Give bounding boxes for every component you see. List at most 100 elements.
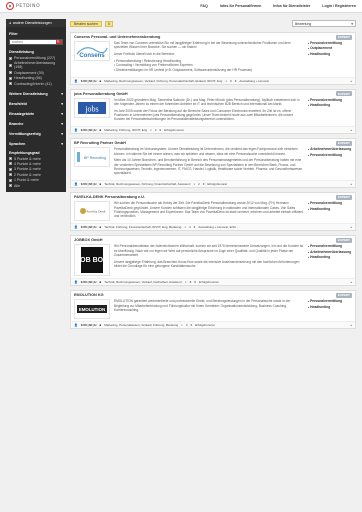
provider-title[interactable]: EMOLUTION KG — [74, 293, 104, 297]
search-button[interactable]: 🔍 — [56, 40, 62, 44]
collapse-einsatzgebiete[interactable]: Einsatzgebiete ▾ — [9, 112, 63, 116]
collapse-vermittlungserfolg[interactable]: Vermittlungserfolg ▾ — [9, 132, 63, 136]
provider-logo[interactable]: Consens — [74, 41, 110, 61]
rating-option-1[interactable]: 1 Punkt & mehr — [9, 178, 63, 182]
provider-logo[interactable]: EMOLUTION — [74, 299, 110, 320]
provider-logo[interactable]: JOB BOX — [74, 244, 110, 277]
provider-logo[interactable]: jobs — [74, 97, 110, 118]
results-list: Beraten suchen X Bewertung ▾ Consens Per… — [70, 19, 356, 512]
fee-icon: € — [190, 323, 193, 328]
expand-button[interactable]: + — [350, 323, 352, 327]
chevron-down-icon: ▾ — [61, 121, 63, 126]
chevron-down-icon: ▾ — [61, 131, 63, 136]
service-item: Headhunting — [308, 255, 352, 260]
provider-card[interactable]: JOBBOX GmbH EXPERT JOB BOX Wir Personaldi… — [70, 235, 356, 287]
active-filter-chip[interactable]: Beraten suchen — [70, 20, 102, 27]
nav-dienstleister[interactable]: Infos für Dienstleister — [273, 4, 310, 8]
provider-logo[interactable]: Pavelka Denk — [74, 201, 110, 222]
collapse-sprachen[interactable]: Sprachen ▾ — [9, 142, 63, 146]
rating-option-all[interactable]: Alle — [9, 184, 63, 188]
nav-personalfirmen[interactable]: Infos für Personalfirmen — [220, 4, 262, 8]
provider-title[interactable]: Consens Personal- und Unternehmensberatu… — [74, 35, 160, 39]
provider-card[interactable]: jobs Personalberatung GmbH EXPERT jobs Im… — [70, 88, 356, 135]
fee-icon: € — [234, 78, 237, 83]
fee-icon: € — [159, 128, 162, 133]
sort-select[interactable]: Bewertung ▾ — [292, 20, 356, 27]
fee-icon: € — [193, 225, 196, 230]
expand-button[interactable]: + — [350, 225, 352, 229]
expand-button[interactable]: + — [350, 79, 352, 83]
location-icon: ⌖ — [181, 323, 183, 328]
nav-login[interactable]: Login / Registrieren — [322, 4, 356, 8]
checkbox-icon — [9, 82, 12, 86]
collapse-label: Vermittlungserfolg — [9, 131, 41, 136]
expand-button[interactable]: + — [350, 280, 352, 284]
expand-button[interactable]: + — [350, 128, 352, 132]
dienstleistung-title: Dienstleistung — [9, 50, 34, 54]
checkbox-headhunting[interactable]: Headhunting (66) — [9, 76, 63, 80]
jobbox-logo-image: JOB BOX — [76, 247, 108, 274]
collapse-branche[interactable]: Branche ▾ — [9, 122, 63, 126]
bp-logo-text: BP Recruiting — [84, 156, 106, 160]
radio-icon — [9, 173, 12, 177]
service-list: Personalvermittlung Headhunting — [308, 201, 352, 221]
checkbox-personalvermittlung[interactable]: Personalvermittlung (227) — [9, 56, 63, 60]
radio-icon — [9, 162, 12, 166]
field-tags: Marketing, Führung, IDV/IT, Eng — [104, 128, 148, 133]
location-icon: ⌖ — [184, 225, 186, 230]
provider-title[interactable]: jobs Personalberatung GmbH — [74, 92, 128, 96]
provider-description: Personalberatung im Verbundsystem. Unser… — [114, 147, 304, 178]
jobs-logo-text: jobs — [84, 104, 98, 113]
provider-card[interactable]: Consens Personal- und Unternehmensberatu… — [70, 32, 356, 85]
fee-model: Ausstellung + Honorar, Erfol... — [198, 225, 239, 230]
description-paragraph: Wir Personaldienstleister der österreich… — [114, 244, 304, 257]
field-tags: Technik, Rechnungswesen, Führung, Finanz… — [104, 182, 191, 187]
tag-icon: ■ — [99, 128, 102, 133]
other-services-button[interactable]: ◂ andere Dienstleistungen — [6, 19, 66, 27]
checkbox-arbeitnehmerueberlassung[interactable]: Arbeitnehmerüberlassung (198) — [9, 61, 63, 69]
brand-logo[interactable]: PETDINO — [6, 2, 40, 10]
provider-title[interactable]: PAVELKA-DENK Personalberatung e.U. — [74, 195, 145, 199]
remove-filter-button[interactable]: X — [104, 20, 114, 27]
rating-option-5[interactable]: 5 Punkte & mehr — [9, 157, 63, 161]
checkbox-icon — [9, 56, 12, 60]
top-bar: PETDINO FAQ Infos für Personalfirmen Inf… — [0, 0, 362, 13]
provider-title[interactable]: JOBBOX GmbH — [74, 238, 102, 242]
provider-description: Das Team von Consens unterstützt Sie mit… — [114, 41, 304, 75]
people-icon: 👤 — [74, 225, 78, 230]
checkbox-icon — [9, 63, 12, 67]
provider-card[interactable]: PAVELKA-DENK Personalberatung e.U. EXPERT… — [70, 192, 356, 232]
provider-card[interactable]: BP Recruiting Partner GmbH EXPERT BP Recr… — [70, 138, 356, 189]
provider-title[interactable]: BP Recruiting Partner GmbH — [74, 141, 126, 145]
rating-option-4[interactable]: 4 Punkte & mehr — [9, 162, 63, 166]
expand-button[interactable]: + — [350, 182, 352, 186]
checkbox-contracting[interactable]: Contracting/Interim (41) — [9, 82, 63, 86]
dienstleistung-group: Dienstleistung Personalvermittlung (227)… — [9, 50, 63, 86]
top-nav: FAQ Infos für Personalfirmen Infos für D… — [200, 4, 356, 8]
location-icon: ⌖ — [150, 128, 152, 133]
jobs-logo-image: jobs — [78, 101, 106, 114]
chevron-down-icon: ▾ — [351, 21, 353, 26]
company-size: 0-50 | M | H — [80, 323, 97, 328]
rating-option-2[interactable]: 2 Punkte & mehr — [9, 173, 63, 177]
collapse-weitere-dienstleistung[interactable]: Weitere Dienstleistung ▾ — [9, 92, 63, 96]
rating-label: 4 Punkte & mehr — [14, 161, 41, 166]
back-arrow-icon: ◂ — [9, 21, 11, 25]
description-paragraph: Mehr als 10 Jahren Branchen- und Berufse… — [114, 158, 303, 176]
people-icon: 👤 — [74, 323, 78, 328]
location-count: 2 — [154, 128, 157, 133]
rating-option-3[interactable]: 3 Punkte & mehr — [9, 167, 63, 171]
collapse-berufsfeld[interactable]: Berufsfeld ▾ — [9, 102, 63, 106]
sidebar-search-input[interactable] — [10, 40, 56, 44]
provider-logo[interactable]: BP Recruiting — [74, 147, 110, 168]
location-count: 4 — [189, 225, 191, 230]
nav-faq[interactable]: FAQ — [200, 4, 207, 8]
bp-recruiting-logo-image: BP Recruiting — [77, 152, 106, 163]
service-list: Personalvermittlung Headhunting — [308, 299, 352, 319]
emolution-logo-text: EMOLUTION — [79, 307, 105, 312]
checkbox-outplacement[interactable]: Outplacement (39) — [9, 71, 63, 75]
location-count: 2 — [198, 182, 200, 187]
checkbox-icon — [9, 76, 12, 80]
provider-card[interactable]: EMOLUTION KG EXPERT EMOLUTION EMOLUTION g… — [70, 290, 356, 330]
fee-model: Erfolgshonorar — [164, 128, 184, 133]
